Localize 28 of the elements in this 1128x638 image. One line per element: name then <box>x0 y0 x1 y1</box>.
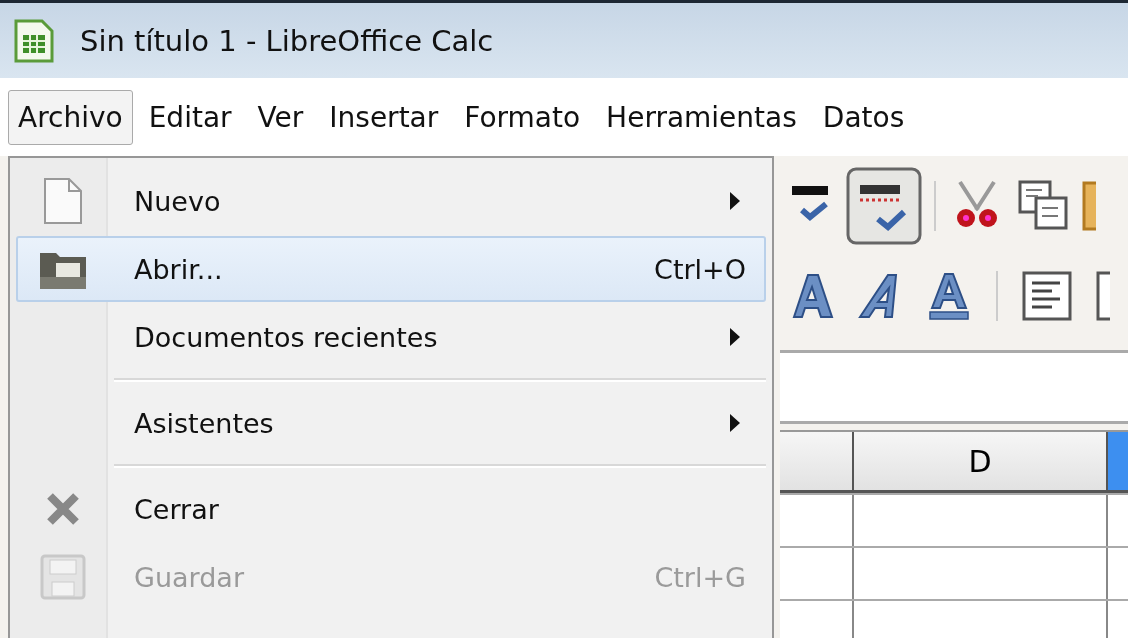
align-left-icon[interactable] <box>1022 271 1072 321</box>
menu-item[interactable]: Cerrar <box>16 476 766 542</box>
save-icon <box>40 554 86 600</box>
new-document-icon <box>43 177 83 225</box>
close-icon <box>45 491 81 527</box>
submenu-arrow-icon <box>730 328 740 346</box>
column-header[interactable] <box>780 432 854 490</box>
menu-item[interactable]: Abrir... Ctrl+O <box>16 236 766 302</box>
bold-icon[interactable] <box>790 271 834 321</box>
menu-bar-item[interactable]: Formato <box>454 89 591 145</box>
cell-grid[interactable] <box>780 493 1128 638</box>
menu-bar-item[interactable]: Datos <box>812 89 915 145</box>
menu-item[interactable]: Asistentes <box>16 390 766 456</box>
window-title: Sin título 1 - LibreOffice Calc <box>80 23 494 58</box>
menu-bar-item[interactable]: Editar <box>138 89 242 145</box>
submenu-arrow-icon <box>730 414 740 432</box>
menu-item[interactable]: Nuevo <box>16 168 766 234</box>
auto-spellcheck-icon[interactable] <box>846 167 922 245</box>
submenu-arrow-icon <box>730 192 740 210</box>
column-header[interactable]: D <box>854 432 1108 490</box>
menu-bar-item[interactable]: Ver <box>247 89 314 145</box>
menu-bar-item[interactable]: Insertar <box>319 89 449 145</box>
menu-item[interactable]: Documentos recientes <box>16 304 766 370</box>
menu-bar-item[interactable]: Archivo <box>8 89 133 145</box>
copy-icon[interactable] <box>1018 180 1070 232</box>
spreadsheet-icon <box>14 18 54 63</box>
underline-icon[interactable] <box>926 270 972 322</box>
menu-bar-item[interactable]: Herramientas <box>596 89 807 145</box>
